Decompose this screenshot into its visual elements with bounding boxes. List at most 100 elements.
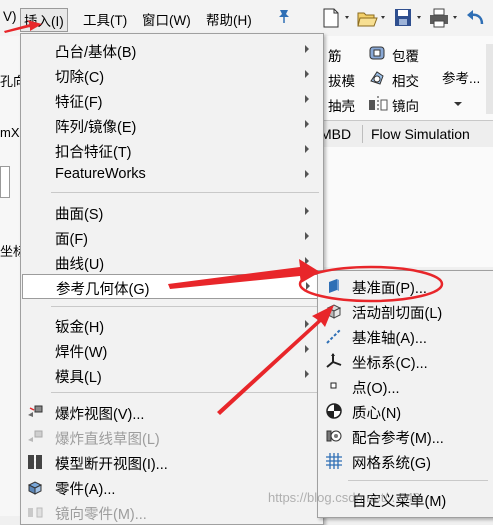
exploded-view-icon [28,405,43,417]
menu-item-label: 模型断开视图(I)... [55,457,168,473]
features-ribbon: 筋 包覆 拔模 相交 抽壳 镜向 参考... [318,36,493,120]
submenu-arrow-icon [305,45,309,53]
menu-insert[interactable]: 插入(I) [20,8,68,32]
menu-item-label: 活动剖切面(L) [352,306,443,322]
mirror-button[interactable]: 镜向 [392,95,419,115]
menu-item-center-of-mass[interactable]: 质心(N) [318,399,493,424]
menu-item-weldments[interactable]: 焊件(W) [21,338,323,363]
menu-item-label: 镜向零件(M)... [55,507,147,523]
open-folder-icon[interactable] [356,6,390,30]
intersect-button[interactable]: 相交 [392,70,419,90]
menu-item-exploded-view[interactable]: 爆炸视图(V)... [21,400,323,425]
menu-separator [51,392,319,393]
menu-separator [51,192,319,193]
center-of-mass-icon [326,403,342,419]
menu-item-plane[interactable]: 基准面(P)... [318,274,493,299]
submenu-arrow-icon [305,145,309,153]
ribbon-edge [486,44,493,114]
menu-item-label: 坐标系(C)... [352,356,428,372]
menu-item-label: 爆炸视图(V)... [55,407,145,423]
menu-item-label: 切除(C) [55,70,105,86]
coordinate-system-icon [326,353,342,368]
undo-icon[interactable] [464,6,492,30]
menu-item-label: 基准面(P)... [352,281,427,297]
menu-item-coordinate-system[interactable]: 坐标系(C)... [318,349,493,374]
menu-item-label: 质心(N) [352,406,402,422]
menu-item-mate-reference[interactable]: 配合参考(M)... [318,424,493,449]
tab-divider [362,125,363,143]
menu-item-point[interactable]: 点(O)... [318,374,493,399]
intersect-icon [370,71,384,85]
menu-item-features[interactable]: 特征(F) [21,88,323,113]
part-icon [27,481,43,495]
wrap-icon [369,46,385,60]
mirror-icon [369,96,388,112]
menu-item-cut[interactable]: 切除(C) [21,63,323,88]
mate-reference-icon [326,430,342,442]
menu-item-curve[interactable]: 曲线(U) [21,250,323,275]
menu-item-featureworks[interactable]: FeatureWorks [21,163,323,188]
insert-menu: 凸台/基体(B) 切除(C) 特征(F) 阵列/镜像(E) 扣合特征(T) Fe… [20,33,324,525]
section-plane-icon [326,304,342,319]
point-icon [330,382,337,389]
menu-item-pattern-mirror[interactable]: 阵列/镜像(E) [21,113,323,138]
command-tabs: MBD Flow Simulation [318,120,493,148]
new-document-icon[interactable] [320,6,354,30]
menu-item-reference-geometry[interactable]: 参考几何体(G) [22,274,321,299]
menu-item-face[interactable]: 面(F) [21,225,323,250]
submenu-arrow-icon [305,320,309,328]
print-icon[interactable] [428,6,462,30]
menu-item-label: 参考几何体(G) [56,282,150,298]
submenu-arrow-icon [305,345,309,353]
menu-item-label: 面(F) [55,232,89,248]
pin-icon[interactable] [277,8,291,24]
menu-item-molds[interactable]: 模具(L) [21,363,323,388]
menu-item-sheet-metal[interactable]: 钣金(H) [21,313,323,338]
tab-flow-simulation[interactable]: Flow Simulation [371,121,470,147]
menu-item-label: 基准轴(A)... [352,331,427,347]
menu-item-label: 凸台/基体(B) [55,45,137,61]
menu-item-label: 曲线(U) [55,257,105,273]
menu-item-label: 网格系统(G) [352,456,431,472]
menu-item-boss-base[interactable]: 凸台/基体(B) [21,38,323,63]
mirror-part-icon [28,507,43,518]
menu-item-fastening-features[interactable]: 扣合特征(T) [21,138,323,163]
chevron-down-icon[interactable] [452,100,464,108]
submenu-arrow-icon [305,370,309,378]
menu-help[interactable]: 帮助(H) [203,8,255,30]
menu-item-grid-system[interactable]: 网格系统(G) [318,449,493,474]
menu-view-partial[interactable]: V) [0,8,20,25]
submenu-arrow-icon [305,170,309,178]
menu-item-label: 焊件(W) [55,345,108,361]
grid-system-icon [326,453,342,469]
menu-item-label: 曲面(S) [55,207,104,223]
left-strip-field[interactable] [0,166,10,198]
submenu-arrow-icon [305,232,309,240]
menu-item-live-section-plane[interactable]: 活动剖切面(L) [318,299,493,324]
shell-button[interactable]: 抽壳 [328,95,355,115]
wrap-button[interactable]: 包覆 [392,45,419,65]
menu-item-label: 配合参考(M)... [352,431,444,447]
submenu-arrow-icon [305,257,309,265]
menu-item-label: 钣金(H) [55,320,105,336]
submenu-arrow-icon [305,207,309,215]
explode-line-sketch-icon [28,430,43,442]
draft-button[interactable]: 拔模 [328,70,355,90]
menu-item-model-break-view[interactable]: 模型断开视图(I)... [21,450,323,475]
rib-button[interactable]: 筋 [328,45,342,65]
menu-item-axis[interactable]: 基准轴(A)... [318,324,493,349]
menu-window[interactable]: 窗口(W) [139,8,194,30]
reference-geometry-button[interactable]: 参考... [442,67,480,87]
left-panel-strip: 孔向 mX 坐标 [0,36,26,516]
menu-item-label: 零件(A)... [55,482,116,498]
submenu-arrow-icon [305,70,309,78]
tab-mbd[interactable]: MBD [320,121,351,147]
menu-item-surface[interactable]: 曲面(S) [21,200,323,225]
left-strip-text-2: mX [0,125,20,140]
menu-item-label: 点(O)... [352,381,400,397]
plane-icon [329,279,339,293]
standard-toolbar [312,0,493,36]
save-icon[interactable] [392,6,426,30]
break-view-icon [28,455,42,469]
menu-tools[interactable]: 工具(T) [80,8,130,30]
